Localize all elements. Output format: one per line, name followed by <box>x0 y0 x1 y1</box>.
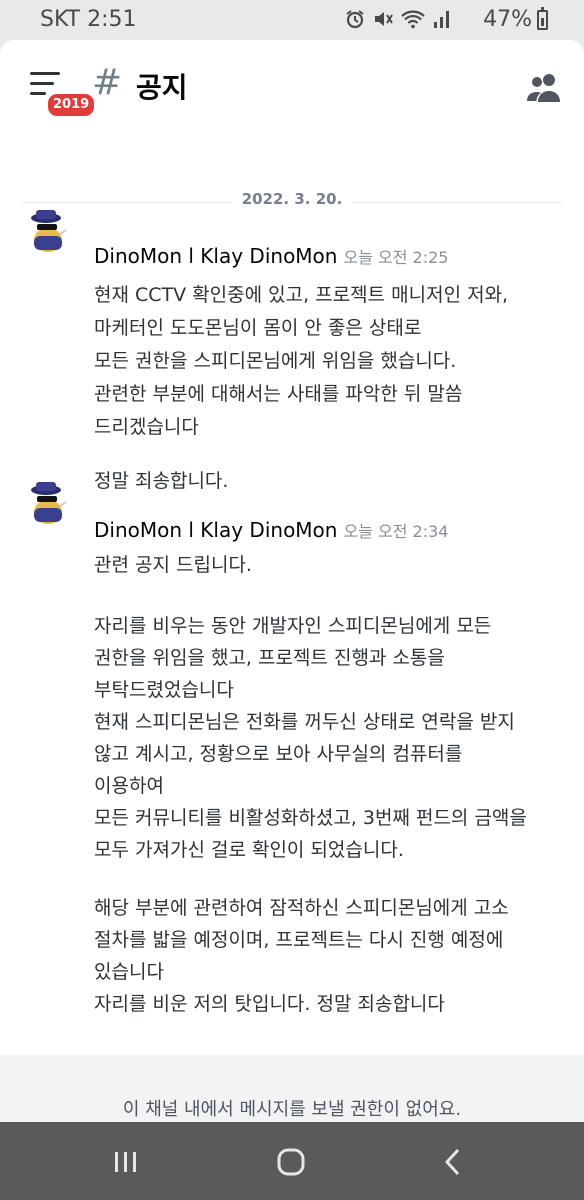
no-permission-notice: 이 채널 내에서 메시지를 보낼 권한이 없어요. <box>122 1099 462 1120</box>
alarm-icon <box>344 8 366 34</box>
message-author[interactable]: DinoMon l Klay DinoMon <box>94 244 337 268</box>
message-line: 모두 가져가신 걸로 확인이 되었습니다. <box>94 839 404 861</box>
date-divider: 2022. 3. 20. <box>22 190 562 210</box>
message-line: 모든 커뮤니티를 비활성화하셨고, 3번째 펀드의 금액을 <box>94 807 527 829</box>
channel-hash-icon: # <box>92 62 123 103</box>
message-line: 부탁드렸었습니다 <box>94 679 234 701</box>
message-line: 자리를 비우는 동안 개발자인 스피디몬님에게 모든 <box>94 615 492 637</box>
status-bar: SKT 2:51 47% <box>0 0 584 40</box>
message-line: 드리겠습니다 <box>94 416 199 438</box>
message-author-line: DinoMon l Klay DinoMon 오늘 오전 2:25 <box>94 244 448 268</box>
battery-percent: 47% <box>483 7 532 32</box>
system-navbar <box>0 1122 584 1200</box>
message-author[interactable]: DinoMon l Klay DinoMon <box>94 518 337 542</box>
message-line: 모든 권한을 스피디몬님에게 위임을 했습니다. <box>94 350 457 372</box>
composer-area: 이 채널 내에서 메시지를 보낼 권한이 없어요. <box>0 1055 584 1122</box>
signal-icon <box>432 8 452 34</box>
avatar[interactable] <box>22 206 70 254</box>
date-divider-label: 2022. 3. 20. <box>229 190 355 208</box>
message-line: 자리를 비운 저의 탓입니다. 정말 죄송합니다 <box>94 993 445 1015</box>
message-line: 권한을 위임을 했고, 프로젝트 진행과 소통을 <box>94 647 445 669</box>
avatar[interactable] <box>22 478 70 526</box>
message-line: 현재 CCTV 확인중에 있고, 프로젝트 매니저인 저와, <box>94 284 509 306</box>
message-line: 있습니다 <box>94 961 164 983</box>
status-carrier-time: SKT 2:51 <box>40 7 137 32</box>
channel-name: 공지 <box>136 71 188 104</box>
message-timestamp: 오늘 오전 2:25 <box>343 248 449 267</box>
message-line: 절차를 밟을 예정이며, 프로젝트는 다시 진행 예정에 <box>94 929 504 951</box>
channel-header: 2019 # 공지 <box>0 40 584 132</box>
mute-icon <box>372 8 394 34</box>
message-author-line: DinoMon l Klay DinoMon 오늘 오전 2:34 <box>94 518 448 542</box>
message-line: 해당 부분에 관련하여 잠적하신 스피디몬님에게 고소 <box>94 897 509 919</box>
back-icon[interactable] <box>434 1142 474 1182</box>
message-line: 정말 죄송합니다. <box>94 470 229 492</box>
recent-apps-icon[interactable] <box>106 1142 146 1182</box>
message-timestamp: 오늘 오전 2:34 <box>343 522 449 541</box>
message-line: 마케터인 도도몬님이 몸이 안 좋은 상태로 <box>94 317 422 339</box>
members-icon[interactable] <box>526 70 562 104</box>
home-icon[interactable] <box>271 1142 311 1182</box>
status-icons <box>344 8 452 34</box>
message-line: 않고 계시고, 정황으로 보아 사무실의 컴퓨터를 <box>94 743 463 765</box>
wifi-icon <box>400 8 426 34</box>
message-line: 이용하여 <box>94 775 164 797</box>
app-window: 2019 # 공지 2022. 3. 20. DinoMon l Klay Di… <box>0 40 584 1122</box>
notification-badge: 2019 <box>46 92 97 118</box>
message-line: 관련한 부분에 대해서는 사태를 파악한 뒤 말씀 <box>94 383 463 405</box>
message-line: 관련 공지 드립니다. <box>94 554 252 576</box>
battery-icon <box>537 7 548 30</box>
message-line: 현재 스피디몬님은 전화를 꺼두신 상태로 연락을 받지 <box>94 711 515 733</box>
